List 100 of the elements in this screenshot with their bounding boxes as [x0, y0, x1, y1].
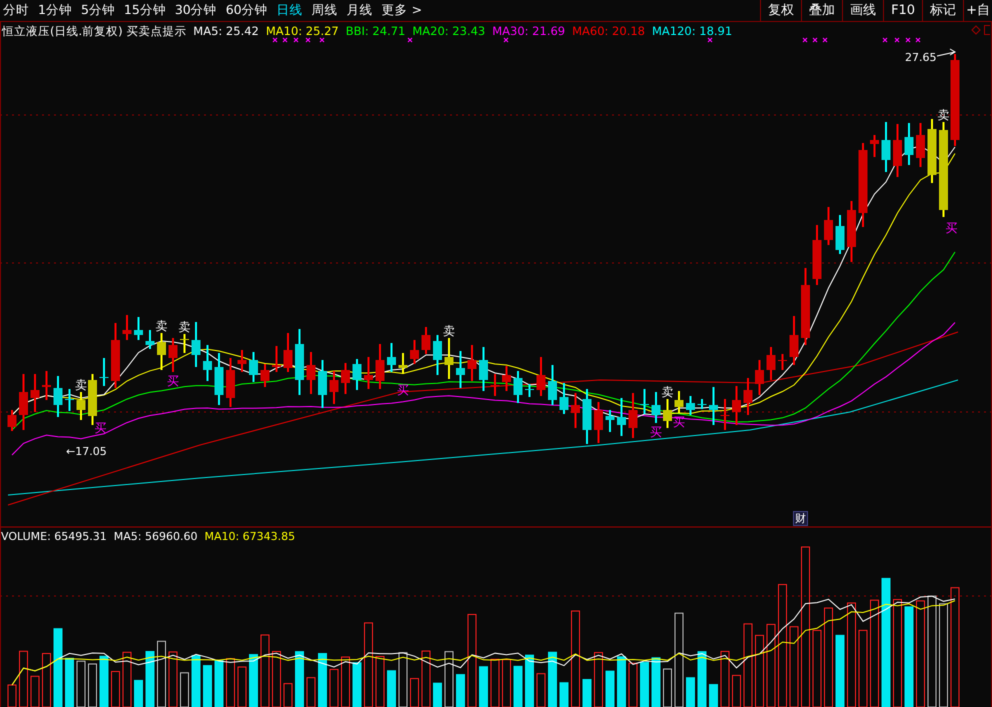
candlestick — [525, 384, 534, 397]
candlestick — [674, 391, 684, 413]
cross-mark-icon — [407, 37, 413, 43]
candlestick — [318, 360, 327, 408]
candlestick — [916, 123, 925, 167]
cross-mark-icon — [802, 37, 808, 43]
candlestick — [617, 398, 626, 436]
volume-bar — [203, 665, 212, 707]
candlestick — [560, 383, 568, 414]
volume-bar — [617, 656, 626, 707]
period-tab[interactable]: 分时 — [3, 1, 29, 20]
candlestick — [686, 396, 695, 415]
candlestick — [870, 135, 879, 157]
toolbar-button[interactable]: 画线 — [842, 0, 884, 21]
volume-bar — [376, 656, 384, 707]
volume-bar — [8, 684, 16, 707]
volume-bar — [594, 652, 603, 707]
volume-bar — [192, 655, 200, 707]
volume-bar — [479, 666, 488, 707]
volume-bar — [111, 671, 120, 707]
candlestick — [709, 387, 718, 425]
candlestick — [640, 389, 649, 414]
period-tab[interactable]: 1分钟 — [38, 1, 72, 20]
toolbar-button[interactable]: +自 — [963, 0, 992, 21]
candlestick — [157, 333, 166, 370]
candlestick — [180, 334, 189, 353]
volume-bar — [19, 650, 28, 707]
candlestick — [652, 392, 660, 423]
candlestick — [847, 201, 856, 262]
volume-bar — [65, 658, 74, 707]
sell-signal-label: 卖 — [938, 108, 950, 122]
candlestick — [364, 357, 373, 389]
candlestick — [790, 316, 798, 365]
volume-bar — [652, 657, 660, 707]
candlestick — [203, 345, 212, 381]
volume-bar — [272, 651, 281, 707]
indicator-value: VOLUME: 65495.31 — [1, 530, 107, 544]
volume-bar — [525, 654, 534, 707]
candlestick — [904, 123, 914, 165]
candlestick — [928, 119, 936, 183]
volume-bar — [284, 683, 292, 707]
indicator-value: MA30: 21.69 — [492, 24, 566, 38]
cross-mark-icon — [503, 37, 509, 43]
cross-mark-icon — [293, 37, 299, 43]
finance-badge[interactable]: 财 — [793, 511, 808, 526]
period-tab[interactable]: 5分钟 — [80, 1, 115, 20]
candlestick — [42, 371, 51, 400]
candlestick — [226, 358, 235, 407]
candlestick — [456, 351, 465, 388]
candlestick — [663, 399, 672, 428]
volume-bar — [628, 662, 638, 707]
toolbar-button[interactable]: 叠加 — [801, 0, 842, 21]
volume-bar — [238, 666, 246, 707]
volume-bar — [42, 653, 51, 707]
candlestick — [812, 225, 822, 285]
volume-bar — [433, 682, 442, 707]
candlestick — [134, 317, 143, 340]
candlestick — [628, 393, 638, 438]
candlestick — [330, 371, 338, 404]
volume-bar — [122, 652, 132, 707]
cross-mark-icon — [882, 37, 888, 43]
volume-bar — [249, 654, 258, 707]
period-tab[interactable]: 周线 — [312, 1, 338, 20]
cross-mark-icon — [319, 37, 325, 43]
toolbar-button[interactable]: 标记 — [922, 0, 964, 21]
diamond-icon[interactable] — [971, 25, 981, 35]
volume-bar — [709, 684, 718, 707]
candlestick — [65, 389, 74, 411]
candlestick — [514, 371, 522, 403]
period-tab[interactable]: 更多 > — [382, 1, 422, 20]
volume-bar — [582, 679, 592, 707]
candlestick — [30, 374, 40, 412]
candlestick — [387, 343, 396, 372]
candlestick — [836, 215, 844, 254]
candlestick — [744, 378, 752, 415]
cross-mark-icon — [812, 37, 818, 43]
candlestick — [238, 350, 246, 372]
cross-mark-icon — [822, 37, 828, 43]
period-tab[interactable]: 15分钟 — [124, 1, 166, 20]
toolbar-button[interactable]: 复权 — [760, 0, 802, 21]
candlestick — [19, 374, 28, 430]
period-tab[interactable]: 日线 — [276, 1, 303, 20]
candlestick — [571, 393, 580, 428]
volume-bar — [422, 650, 430, 707]
candlestick — [755, 360, 764, 395]
period-tab[interactable]: 60分钟 — [226, 1, 268, 20]
candlestick — [295, 329, 304, 395]
toolbar-button[interactable]: F10 — [883, 0, 922, 21]
sell-signal-label: 卖 — [443, 324, 455, 338]
volume-bar — [100, 656, 108, 707]
period-tab[interactable]: 30分钟 — [174, 1, 217, 20]
candlestick — [284, 333, 292, 372]
indicator-value: MA10: 67343.85 — [204, 530, 296, 544]
candlestick — [766, 347, 776, 380]
volume-bar — [514, 666, 522, 707]
period-tab[interactable]: 月线 — [346, 1, 373, 20]
indicator-value: MA5: 56960.60 — [114, 530, 198, 544]
indicator-value: MA5: 25.42 — [193, 24, 259, 38]
candlestick — [502, 366, 511, 391]
candlestick — [444, 338, 454, 379]
